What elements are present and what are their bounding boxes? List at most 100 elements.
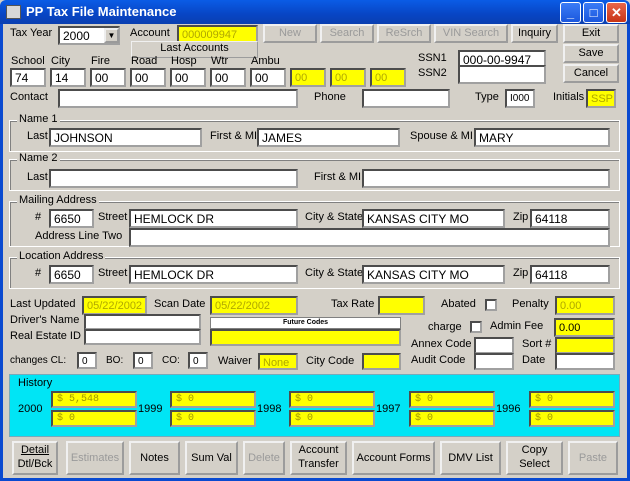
history-value-2[interactable]: $ 0 [289, 410, 375, 427]
history-value-1[interactable]: $ 0 [529, 391, 615, 408]
mailing-street-input[interactable]: HEMLOCK DR [129, 209, 298, 228]
waiver-label: Waiver [218, 355, 252, 367]
tax-rate-input[interactable] [378, 296, 425, 315]
cancel-button[interactable]: Cancel [563, 64, 619, 83]
ssn2-input[interactable] [458, 65, 546, 84]
penalty-input[interactable]: 0.00 [555, 296, 615, 315]
close-button[interactable]: ✕ [606, 2, 627, 23]
copy-select-button[interactable]: Copy Select [506, 441, 563, 475]
audit-code-input[interactable] [474, 353, 514, 370]
real-estate-id-input[interactable] [84, 329, 201, 345]
mailing-num-label: # [35, 211, 42, 223]
address-line2-input[interactable] [129, 228, 610, 247]
address-line2-label: Address Line Two [35, 230, 123, 242]
mailing-zip-label: Zip [513, 211, 529, 223]
extra-code-1-input[interactable]: 00 [290, 68, 326, 87]
history-value-2[interactable]: $ 0 [170, 410, 256, 427]
drivers-name-input[interactable] [84, 314, 201, 330]
history-value-1[interactable]: $ 5,548 [51, 391, 137, 408]
mailing-zip-input[interactable]: 64118 [530, 209, 610, 228]
date-input[interactable] [555, 353, 615, 370]
title-bar: PP Tax File Maintenance _ □ ✕ [0, 0, 630, 24]
mailing-citystate-label: City & State [305, 211, 364, 223]
road-input[interactable]: 00 [130, 68, 166, 87]
name1-first-input[interactable]: JAMES [257, 128, 400, 147]
history-value-1[interactable]: $ 0 [289, 391, 375, 408]
last-updated-input[interactable]: 05/22/2002 [82, 296, 147, 315]
location-street-label: Street [98, 267, 128, 279]
real-estate-id-label: Real Estate ID [10, 330, 81, 342]
minimize-button[interactable]: _ [560, 2, 581, 23]
history-value-1[interactable]: $ 0 [170, 391, 256, 408]
history-value-2[interactable]: $ 0 [529, 410, 615, 427]
research-button[interactable]: ReSrch [377, 24, 431, 43]
spouse-input[interactable]: MARY [474, 128, 610, 147]
initials-label: Initials [553, 91, 585, 103]
location-street-input[interactable]: HEMLOCK DR [129, 265, 298, 284]
location-num-input[interactable]: 6650 [49, 265, 94, 284]
app-icon [6, 5, 21, 19]
account-transfer-line2: Transfer [298, 458, 339, 470]
drivers-name-label: Driver's Name [10, 314, 80, 326]
detail-button[interactable]: Detail Dtl/Bck [12, 441, 58, 475]
future-codes-label: Future Codes [210, 317, 401, 329]
notes-button[interactable]: Notes [129, 441, 180, 475]
co-value: 0 [188, 352, 208, 369]
new-button[interactable]: New [263, 24, 317, 43]
hosp-input[interactable]: 00 [170, 68, 206, 87]
extra-code-2-input[interactable]: 00 [330, 68, 366, 87]
mailing-num-input[interactable]: 6650 [49, 209, 94, 228]
maximize-button[interactable]: □ [583, 2, 604, 23]
hosp-label: Hosp [171, 55, 197, 67]
initials-input[interactable]: SSP [586, 89, 616, 108]
name1-first-label: First & MI [210, 130, 258, 142]
history-value-2[interactable]: $ 0 [409, 410, 495, 427]
scan-date-input[interactable]: 05/22/2002 [210, 296, 298, 315]
mailing-legend: Mailing Address [17, 194, 99, 206]
history-year-label: 1997 [376, 403, 401, 415]
abated-checkbox[interactable] [485, 299, 497, 311]
inquiry-button[interactable]: Inquiry [511, 24, 558, 43]
history-value-2[interactable]: $ 0 [51, 410, 137, 427]
account-forms-button[interactable]: Account Forms [352, 441, 435, 475]
vin-search-button[interactable]: VIN Search [434, 24, 508, 43]
location-zip-input[interactable]: 64118 [530, 265, 610, 284]
school-input[interactable]: 74 [10, 68, 46, 87]
sort-number-input[interactable] [555, 337, 615, 354]
fire-input[interactable]: 00 [90, 68, 126, 87]
phone-input[interactable] [362, 89, 450, 108]
ssn2-label: SSN2 [418, 67, 447, 79]
city-code-input[interactable] [362, 353, 401, 370]
last-updated-label: Last Updated [10, 298, 76, 310]
wtr-input[interactable]: 00 [210, 68, 246, 87]
mailing-citystate-input[interactable]: KANSAS CITY MO [362, 209, 505, 228]
annex-code-input[interactable] [474, 337, 514, 354]
account-transfer-button[interactable]: Account Transfer [290, 441, 347, 475]
school-label: School [11, 55, 45, 67]
sum-val-button[interactable]: Sum Val [185, 441, 238, 475]
phone-label: Phone [314, 91, 346, 103]
history-value-1[interactable]: $ 0 [409, 391, 495, 408]
dmv-list-button[interactable]: DMV List [440, 441, 501, 475]
paste-button[interactable]: Paste [568, 441, 618, 475]
extra-code-3-input[interactable]: 00 [370, 68, 406, 87]
location-citystate-input[interactable]: KANSAS CITY MO [362, 265, 505, 284]
city-input[interactable]: 14 [50, 68, 86, 87]
type-input[interactable]: I000 [505, 89, 535, 108]
exit-button[interactable]: Exit [563, 24, 619, 43]
admin-fee-input[interactable]: 0.00 [554, 318, 615, 337]
ambu-input[interactable]: 00 [250, 68, 286, 87]
delete-button[interactable]: Delete [243, 441, 285, 475]
chevron-down-icon[interactable]: ▼ [104, 28, 119, 43]
name2-last-label: Last [27, 171, 48, 183]
name2-first-input[interactable] [362, 169, 610, 188]
name2-last-input[interactable] [49, 169, 298, 188]
admin-fee-checkbox[interactable] [470, 321, 482, 333]
name1-last-input[interactable]: JOHNSON [49, 128, 202, 147]
contact-input[interactable] [58, 89, 298, 108]
search-button[interactable]: Search [320, 24, 374, 43]
waiver-input[interactable]: None [258, 353, 298, 370]
estimates-button[interactable]: Estimates [66, 441, 124, 475]
future-codes-input[interactable] [210, 329, 401, 346]
save-button[interactable]: Save [563, 44, 619, 63]
